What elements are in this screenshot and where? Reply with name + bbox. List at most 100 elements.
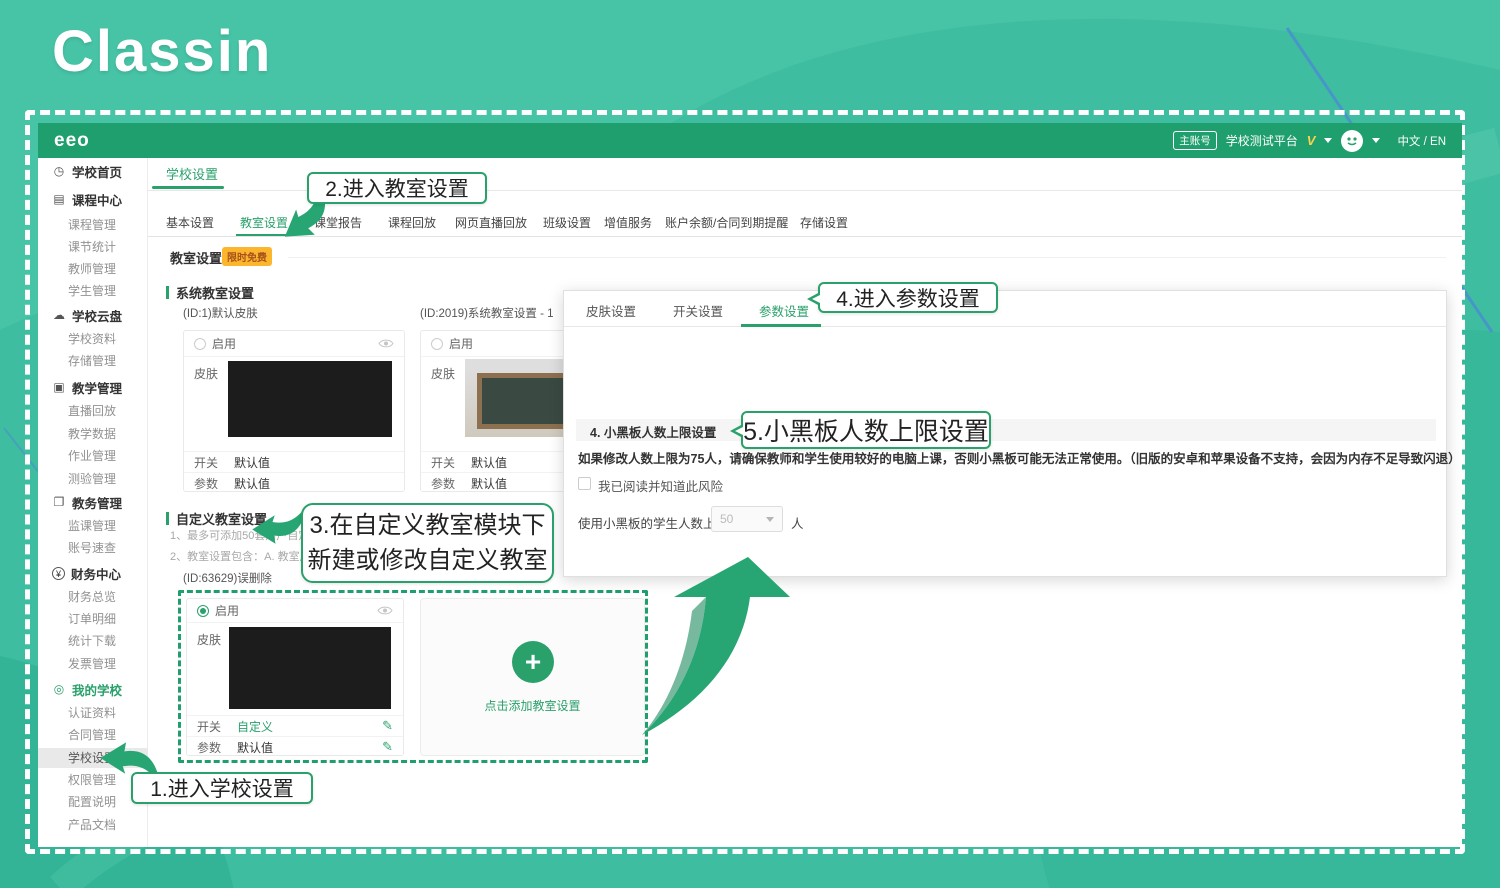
chevron-down-icon <box>766 516 774 522</box>
skin-label: 皮肤 <box>194 367 219 381</box>
sidebar-item-course-manage[interactable]: 课程管理 <box>68 216 116 234</box>
panel-tab-switch[interactable]: 开关设置 <box>673 301 723 320</box>
sidebar-item-course-center[interactable]: ▤ 课程中心 <box>52 190 122 208</box>
platform-name[interactable]: 学校测试平台 <box>1226 132 1298 149</box>
blackboard-warning-text: 如果修改人数上限为75人，请确保教师和学生使用较好的电脑上课，否则小黑板可能无法… <box>578 452 1461 466</box>
tab-web-live-replay[interactable]: 网页直播回放 <box>455 214 527 231</box>
switch-value: 默认值 <box>234 455 271 470</box>
classroom-settings-title: 教室设置 <box>170 251 223 266</box>
tab-value-added-services[interactable]: 增值服务 <box>604 214 652 231</box>
sidebar-label: 财务中心 <box>71 567 122 582</box>
parameter-settings-panel: 皮肤设置 开关设置 参数设置 4. 小黑板人数上限设置 如果修改人数上限为75人… <box>563 290 1461 577</box>
sidebar-item-live-replay[interactable]: 直播回放 <box>68 402 116 420</box>
topbar: eeo 主账号 学校测试平台 V 中文 / EN <box>38 123 1462 158</box>
card-id-label: (ID:63629)误删除 <box>183 573 272 585</box>
enable-label: 启用 <box>212 337 237 351</box>
divider <box>288 257 1446 258</box>
course-icon: ▤ <box>53 192 65 206</box>
sidebar-item-order-detail[interactable]: 订单明细 <box>68 610 116 628</box>
sidebar-item-account-lookup[interactable]: 账号速查 <box>68 539 116 557</box>
highlight-dashed-box <box>178 590 648 763</box>
avatar[interactable] <box>1341 129 1364 152</box>
student-limit-select[interactable]: 50 <box>711 506 783 532</box>
finance-icon: ¥ <box>52 566 65 580</box>
sidebar-item-config-notes[interactable]: 配置说明 <box>68 793 116 811</box>
sidebar-item-certification[interactable]: 认证资料 <box>68 704 116 722</box>
student-limit-value: 50 <box>720 512 734 526</box>
sidebar-item-quiz-manage[interactable]: 测验管理 <box>68 470 116 488</box>
sidebar-label: 教学管理 <box>72 381 123 396</box>
chevron-down-icon[interactable] <box>1372 138 1381 143</box>
sidebar-label: 课程中心 <box>72 193 123 208</box>
avatar-face-icon <box>1347 136 1358 145</box>
sidebar-item-invoice-manage[interactable]: 发票管理 <box>68 655 116 673</box>
section-accent-bar <box>166 286 169 299</box>
active-panel-tab-underline <box>741 324 821 327</box>
page-tab-school-settings[interactable]: 学校设置 <box>166 164 218 183</box>
tab-storage-settings[interactable]: 存储设置 <box>800 214 848 231</box>
param-label: 参数 <box>194 476 219 491</box>
sidebar-item-storage-manage[interactable]: 存储管理 <box>68 352 116 370</box>
cloud-icon: ☁ <box>53 308 65 322</box>
sidebar-label: 我的学校 <box>72 683 123 698</box>
skin-label: 皮肤 <box>431 367 456 381</box>
vip-level-icon: V <box>1306 133 1316 148</box>
tab-course-replay[interactable]: 课程回放 <box>388 214 436 231</box>
preview-eye-icon[interactable] <box>378 338 394 349</box>
param-label: 参数 <box>431 476 456 491</box>
callout-text: 新建或修改自定义教室 <box>307 547 548 574</box>
sidebar-item-homework-manage[interactable]: 作业管理 <box>68 447 116 465</box>
enable-radio[interactable] <box>431 337 443 350</box>
sidebar-item-teacher-manage[interactable]: 教师管理 <box>68 260 116 278</box>
sidebar-item-teaching-manage[interactable]: ▣ 教学管理 <box>52 378 122 396</box>
sidebar-item-lesson-stats[interactable]: 课节统计 <box>68 238 116 256</box>
panel-tab-skin[interactable]: 皮肤设置 <box>586 301 636 320</box>
academic-icon: ❐ <box>53 495 65 509</box>
sidebar-item-my-school[interactable]: ◎ 我的学校 <box>52 680 122 698</box>
sidebar-item-class-monitor[interactable]: 监课管理 <box>68 517 116 535</box>
callout-text: 4.进入参数设置 <box>836 287 980 311</box>
enable-radio[interactable] <box>194 337 206 350</box>
home-icon: ◷ <box>53 164 65 178</box>
sidebar-item-school-home[interactable]: ◷ 学校首页 <box>52 162 122 180</box>
callout-step3: 3.在自定义教室模块下 新建或修改自定义教室 <box>301 503 554 583</box>
tab-basic-settings[interactable]: 基本设置 <box>166 214 214 231</box>
enable-label: 启用 <box>449 337 474 351</box>
callout-text: 1.进入学校设置 <box>150 778 294 801</box>
student-limit-label: 使用小黑板的学生人数上限 <box>578 517 729 531</box>
sidebar-item-finance-overview[interactable]: 财务总览 <box>68 588 116 606</box>
sidebar-item-school-files[interactable]: 学校资料 <box>68 330 116 348</box>
sidebar-label: 学校云盘 <box>72 309 123 324</box>
student-limit-unit: 人 <box>791 517 804 531</box>
skin-preview <box>228 361 392 437</box>
callout-tail <box>812 294 822 304</box>
page-tab-underline <box>152 186 224 189</box>
classin-logo: Classin <box>52 19 273 84</box>
switch-value: 默认值 <box>471 455 508 470</box>
risk-checkbox-label: 我已阅读并知道此风险 <box>598 480 724 494</box>
switch-label: 开关 <box>431 455 456 470</box>
sidebar-label: 学校首页 <box>72 165 123 180</box>
limited-free-badge: 限时免费 <box>222 247 272 266</box>
sidebar-item-student-manage[interactable]: 学生管理 <box>68 282 116 300</box>
system-classroom-section-title: 系统教室设置 <box>176 286 255 301</box>
language-switch[interactable]: 中文 / EN <box>1397 133 1446 149</box>
callout-text: 5.小黑板人数上限设置 <box>743 418 989 446</box>
param-value: 默认值 <box>471 476 508 491</box>
teaching-icon: ▣ <box>53 380 65 394</box>
card-id-label: (ID:1)默认皮肤 <box>183 308 258 320</box>
sidebar-item-stats-download[interactable]: 统计下载 <box>68 632 116 650</box>
sidebar-item-product-docs[interactable]: 产品文档 <box>68 816 116 834</box>
risk-checkbox[interactable] <box>578 477 591 490</box>
big-curved-arrow-icon <box>642 557 790 735</box>
chevron-down-icon[interactable] <box>1324 138 1333 143</box>
callout-text: 3.在自定义教室模块下 <box>309 512 546 539</box>
sidebar-item-finance-center[interactable]: ¥ 财务中心 <box>52 564 121 582</box>
sidebar-item-school-cloud[interactable]: ☁ 学校云盘 <box>52 306 122 324</box>
parameter-section-title: 4. 小黑板人数上限设置 <box>590 426 717 440</box>
sidebar-item-teaching-data[interactable]: 教学数据 <box>68 425 116 443</box>
panel-tab-parameters[interactable]: 参数设置 <box>759 301 809 320</box>
tab-balance-contract-reminder[interactable]: 账户余额/合同到期提醒 <box>665 214 788 231</box>
sidebar-item-academic-manage[interactable]: ❐ 教务管理 <box>52 493 122 511</box>
tab-class-group-settings[interactable]: 班级设置 <box>543 214 591 231</box>
